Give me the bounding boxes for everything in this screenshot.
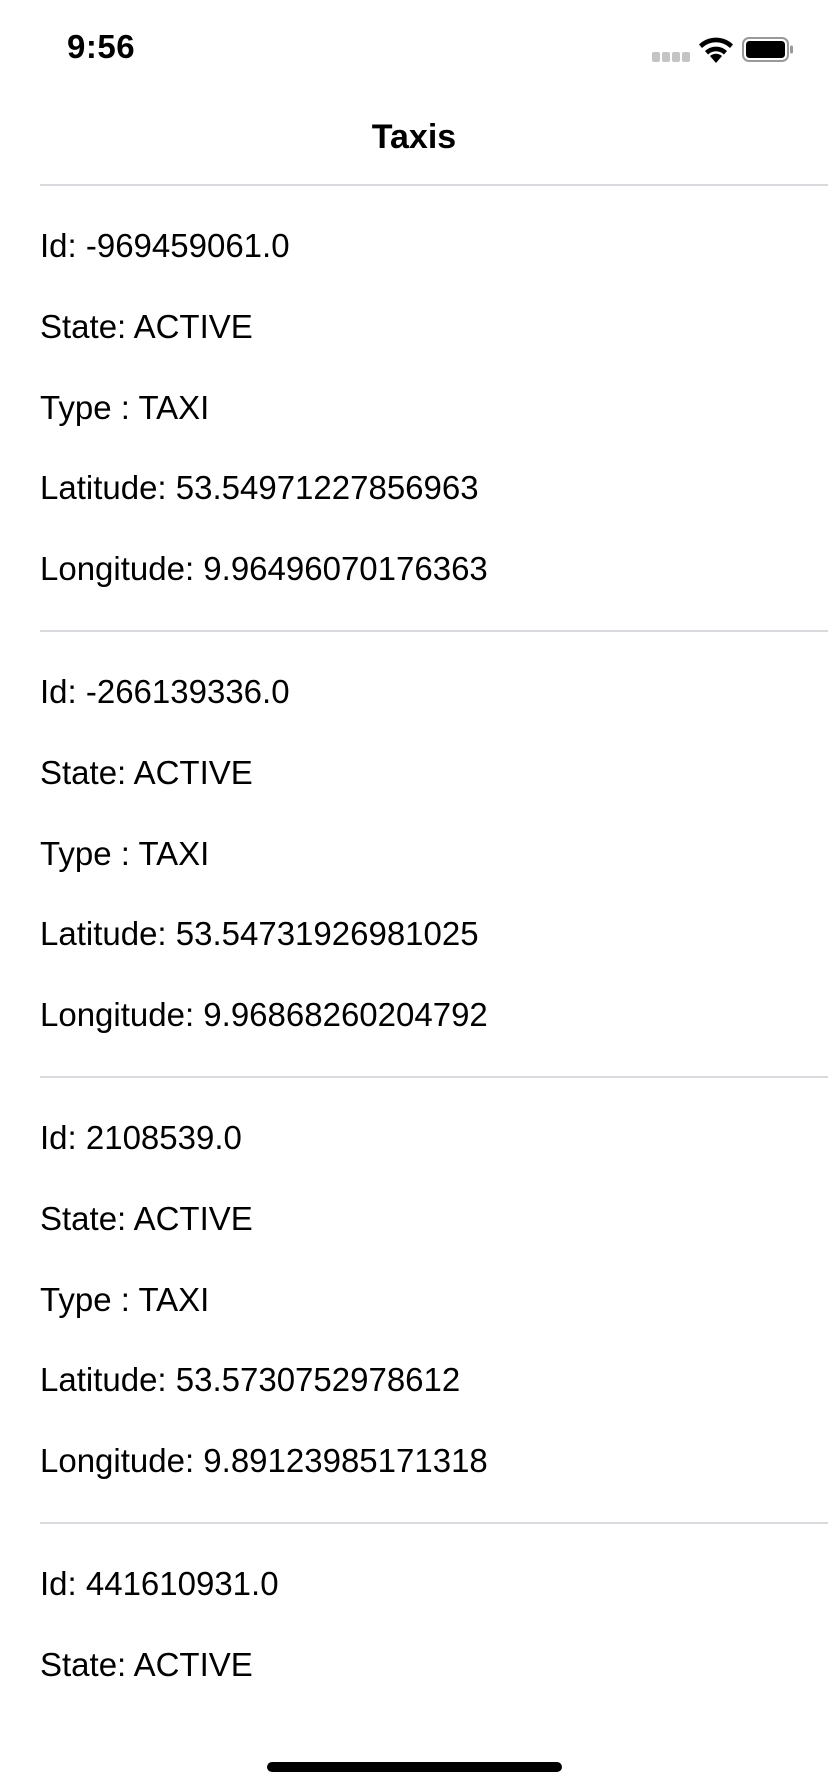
list-item[interactable]: Id: -969459061.0 State: ACTIVE Type : TA… <box>40 186 828 630</box>
taxi-id-label: Id: 441610931.0 <box>40 1565 279 1602</box>
taxi-latitude-label: Latitude: 53.5730752978612 <box>40 1361 461 1398</box>
list-item[interactable]: Id: 441610931.0 State: ACTIVE <box>40 1524 828 1744</box>
taxi-latitude-label: Latitude: 53.54971227856963 <box>40 469 479 506</box>
taxi-longitude-label: Longitude: 9.89123985171318 <box>40 1442 488 1479</box>
home-indicator[interactable] <box>267 1762 562 1772</box>
status-bar: 9:56 <box>0 0 828 100</box>
taxi-type-label: Type : TAXI <box>40 1281 210 1318</box>
taxi-type-label: Type : TAXI <box>40 835 210 872</box>
list-item[interactable]: Id: 2108539.0 State: ACTIVE Type : TAXI … <box>40 1078 828 1522</box>
taxi-longitude-label: Longitude: 9.96868260204792 <box>40 996 488 1033</box>
list-item[interactable]: Id: -266139336.0 State: ACTIVE Type : TA… <box>40 632 828 1076</box>
battery-icon <box>742 37 793 62</box>
cellular-signal-icon <box>652 52 690 62</box>
page-title: Taxis <box>371 118 457 156</box>
taxi-latitude-label: Latitude: 53.54731926981025 <box>40 915 479 952</box>
wifi-icon <box>699 37 733 63</box>
taxi-id-label: Id: 2108539.0 <box>40 1119 242 1156</box>
taxi-state-label: State: ACTIVE <box>40 308 253 345</box>
taxi-longitude-label: Longitude: 9.96496070176363 <box>40 550 488 587</box>
taxi-state-label: State: ACTIVE <box>40 1646 253 1683</box>
taxi-id-label: Id: -266139336.0 <box>40 673 290 710</box>
taxi-type-label: Type : TAXI <box>40 389 210 426</box>
taxi-id-label: Id: -969459061.0 <box>40 227 290 264</box>
status-time: 9:56 <box>67 28 136 65</box>
taxi-state-label: State: ACTIVE <box>40 754 253 791</box>
taxi-list: Id: -969459061.0 State: ACTIVE Type : TA… <box>40 184 828 1744</box>
taxi-state-label: State: ACTIVE <box>40 1200 253 1237</box>
